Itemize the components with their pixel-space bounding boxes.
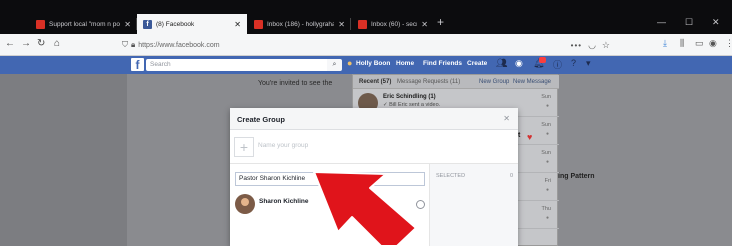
lock-icon[interactable]: 🔒︎ xyxy=(131,40,135,50)
conversation-date: Thu xyxy=(541,206,551,212)
mail-icon xyxy=(36,19,45,29)
search-result-item[interactable]: Sharon Kichline xyxy=(235,194,425,216)
maximize-icon[interactable]: ☐ xyxy=(685,17,693,28)
group-name-row: + Name your group xyxy=(230,130,518,164)
tab-title: Inbox (186) - hollygraham2k@ xyxy=(267,20,335,28)
new-tab-button[interactable]: + xyxy=(437,15,444,29)
conversation-date: Fri xyxy=(544,178,551,184)
conversation-date: Sun xyxy=(541,94,551,100)
conversation-name: Eric Schindling (1) xyxy=(383,94,436,100)
library-icon[interactable]: ⫼ xyxy=(680,38,684,49)
mark-read-icon[interactable]: ● xyxy=(546,215,549,221)
mail-icon xyxy=(358,19,367,29)
create-group-dialog: Create Group ✕ + Name your group Pastor … xyxy=(230,108,518,246)
nav-create[interactable]: Create xyxy=(467,60,487,67)
group-name-input[interactable]: Name your group xyxy=(258,142,308,149)
facebook-top-bar: f Search ⌕ ● Holly Boon Home Find Friend… xyxy=(0,56,732,74)
close-tab-icon[interactable]: ✕ xyxy=(120,20,131,29)
avatar[interactable]: ● xyxy=(347,58,352,68)
select-radio[interactable] xyxy=(416,200,425,209)
tab-recent[interactable]: Recent (57) xyxy=(359,79,391,85)
right-column-text: ing Pattern xyxy=(558,173,595,180)
tab-message-requests[interactable]: Message Requests (11) xyxy=(397,79,460,85)
tab-facebook[interactable]: f (8) Facebook ✕ xyxy=(137,14,247,34)
search-icon[interactable]: ⌕ xyxy=(327,59,342,71)
page-actions-icon[interactable]: ••• xyxy=(571,41,582,50)
close-tab-icon[interactable]: ✕ xyxy=(230,20,241,29)
mark-read-icon[interactable]: ● xyxy=(546,159,549,165)
downloads-icon[interactable]: ⤓ xyxy=(663,38,667,49)
selected-count: 0 xyxy=(510,173,514,179)
invite-text: You're invited to see the xyxy=(258,80,333,87)
nav-find-friends[interactable]: Find Friends xyxy=(423,60,462,67)
search-result-name: Sharon Kichline xyxy=(259,198,309,205)
mark-read-icon[interactable]: ● xyxy=(546,103,549,109)
new-message-link[interactable]: New Message xyxy=(513,79,551,85)
back-icon[interactable]: ← xyxy=(5,38,15,49)
facebook-icon: f xyxy=(143,19,152,29)
messenger-icon[interactable]: ◉ xyxy=(515,58,523,69)
conversation-preview-fragment: t xyxy=(518,132,521,139)
conversation-date: Sun xyxy=(541,150,551,156)
tab-support-local[interactable]: Support local "mom n pop" bu ✕ xyxy=(30,14,137,34)
messenger-header: Recent (57) Message Requests (11) New Gr… xyxy=(353,75,559,89)
new-group-link[interactable]: New Group xyxy=(479,79,509,85)
facebook-logo-icon[interactable]: f xyxy=(131,58,144,72)
browser-tab-bar: Support local "mom n pop" bu ✕ f (8) Fac… xyxy=(0,0,732,34)
left-column xyxy=(0,74,127,246)
menu-icon[interactable]: ⋮ xyxy=(725,38,732,49)
account-icon[interactable]: ◉ xyxy=(709,38,717,49)
conversation-date: Sun xyxy=(541,122,551,128)
dialog-title: Create Group xyxy=(237,115,285,124)
nav-home[interactable]: Home xyxy=(396,60,414,67)
close-tab-icon[interactable]: ✕ xyxy=(334,20,345,29)
tab-inbox-secretary[interactable]: Inbox (60) - secretary@websit ✕ xyxy=(352,14,434,34)
url-bar[interactable]: ⛉ 🔒︎ https://www.facebook.com ••• ◡ ☆ xyxy=(122,37,610,53)
pocket-icon[interactable]: ◡ xyxy=(588,40,596,51)
close-window-icon[interactable]: ✕ xyxy=(712,17,720,28)
notification-badge xyxy=(539,57,546,63)
member-search-input[interactable]: Pastor Sharon Kichline xyxy=(235,172,425,186)
account-menu-icon[interactable]: ▾ xyxy=(586,58,591,69)
tab-title: Support local "mom n pop" bu xyxy=(49,20,120,28)
shield-icon[interactable]: ⛉ xyxy=(122,40,128,50)
bookmark-star-icon[interactable]: ☆ xyxy=(602,40,610,51)
mark-read-icon[interactable]: ● xyxy=(546,187,549,193)
nav-profile[interactable]: Holly Boon xyxy=(356,60,390,67)
add-photo-button[interactable]: + xyxy=(234,137,254,157)
tab-title: (8) Facebook xyxy=(156,20,195,28)
facebook-search-input[interactable]: Search xyxy=(146,59,338,71)
home-icon[interactable]: ⌂ xyxy=(54,38,60,49)
screen: Support local "mom n pop" bu ✕ f (8) Fac… xyxy=(0,0,732,246)
heart-icon: ♥ xyxy=(527,132,533,142)
help-icon[interactable]: ? xyxy=(571,58,576,68)
close-icon[interactable]: ✕ xyxy=(503,114,510,123)
tab-title: Inbox (60) - secretary@websit xyxy=(371,20,418,28)
browser-toolbar: ← → ↻ ⌂ ⛉ 🔒︎ https://www.facebook.com ••… xyxy=(0,34,732,56)
reload-icon[interactable]: ↻ xyxy=(37,38,45,49)
mail-icon xyxy=(254,19,263,29)
mark-read-icon[interactable]: ● xyxy=(546,131,549,137)
forward-icon[interactable]: → xyxy=(21,38,31,49)
friend-requests-icon[interactable]: 👥︎ xyxy=(496,58,507,69)
url-text: https://www.facebook.com xyxy=(138,41,220,49)
close-tab-icon[interactable]: ✕ xyxy=(417,20,428,29)
minimize-icon[interactable]: — xyxy=(657,17,666,27)
selected-members-panel: SELECTED 0 xyxy=(429,164,518,246)
dialog-header: Create Group ✕ xyxy=(230,108,518,130)
avatar xyxy=(235,194,255,214)
sidebar-icon[interactable]: ▭ xyxy=(695,38,704,49)
tab-inbox-hollygraham[interactable]: Inbox (186) - hollygraham2k@ ✕ xyxy=(248,14,351,34)
quick-help-icon[interactable]: ⓘ xyxy=(553,58,562,71)
selected-label: SELECTED xyxy=(436,173,466,179)
